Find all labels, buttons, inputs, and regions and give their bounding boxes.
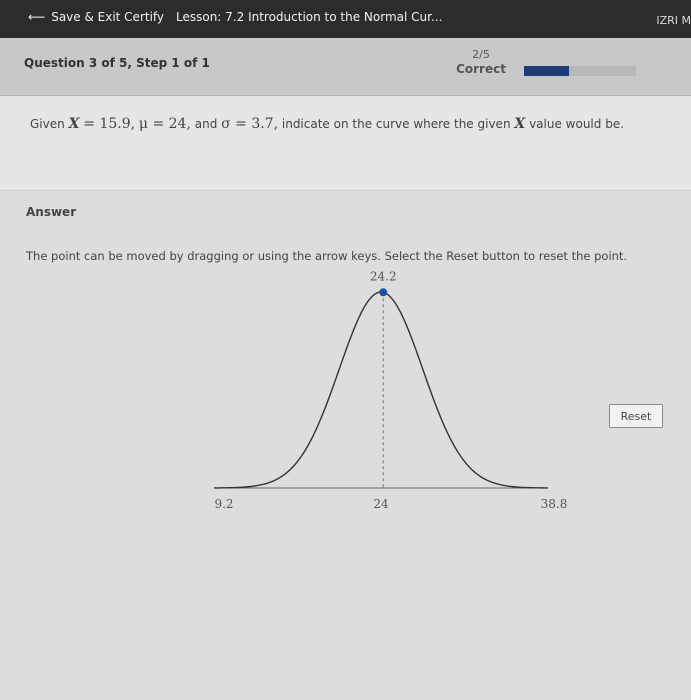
question-step: Question 3 of 5, Step 1 of 1 (24, 56, 210, 70)
instructions-text: The point can be moved by dragging or us… (26, 249, 628, 263)
reset-button[interactable]: Reset (609, 404, 663, 428)
answer-area: Answer The point can be moved by draggin… (0, 190, 691, 700)
x-variable: X (68, 116, 80, 132)
score-value: 2/5 (472, 48, 490, 61)
question-area: Given X = 15.9, μ = 24, and σ = 3.7, ind… (0, 96, 691, 190)
score-status: Correct (456, 62, 506, 76)
and-word: and (194, 117, 218, 131)
answer-label: Answer (26, 205, 77, 219)
question-text: Given X = 15.9, μ = 24, and σ = 3.7, ind… (30, 116, 624, 132)
question-suffix-a: indicate on the curve where the given (281, 117, 511, 131)
question-suffix-b: value would be. (529, 117, 625, 131)
progress-fill (524, 66, 569, 76)
draggable-point[interactable] (379, 288, 388, 297)
x-value: = 15.9, (83, 116, 136, 132)
score-display: 2/5 Correct (452, 48, 510, 76)
lesson-title: Lesson: 7.2 Introduction to the Normal C… (176, 10, 443, 24)
back-arrow-icon: ⟵ (28, 10, 46, 24)
sigma-value: σ = 3.7, (221, 116, 279, 132)
x-variable-2: X (514, 116, 526, 132)
question-header: Question 3 of 5, Step 1 of 1 2/5 Correct (0, 38, 691, 96)
top-bar: ⟵ Save & Exit Certify Lesson: 7.2 Introd… (0, 0, 691, 38)
progress-bar (524, 66, 636, 76)
user-name[interactable]: IZRI M (656, 14, 691, 27)
question-prefix: Given (30, 117, 65, 131)
save-exit-label: Save & Exit Certify (51, 10, 165, 24)
mu-value: μ = 24, (138, 116, 191, 132)
save-exit-button[interactable]: ⟵ Save & Exit Certify (28, 10, 164, 24)
